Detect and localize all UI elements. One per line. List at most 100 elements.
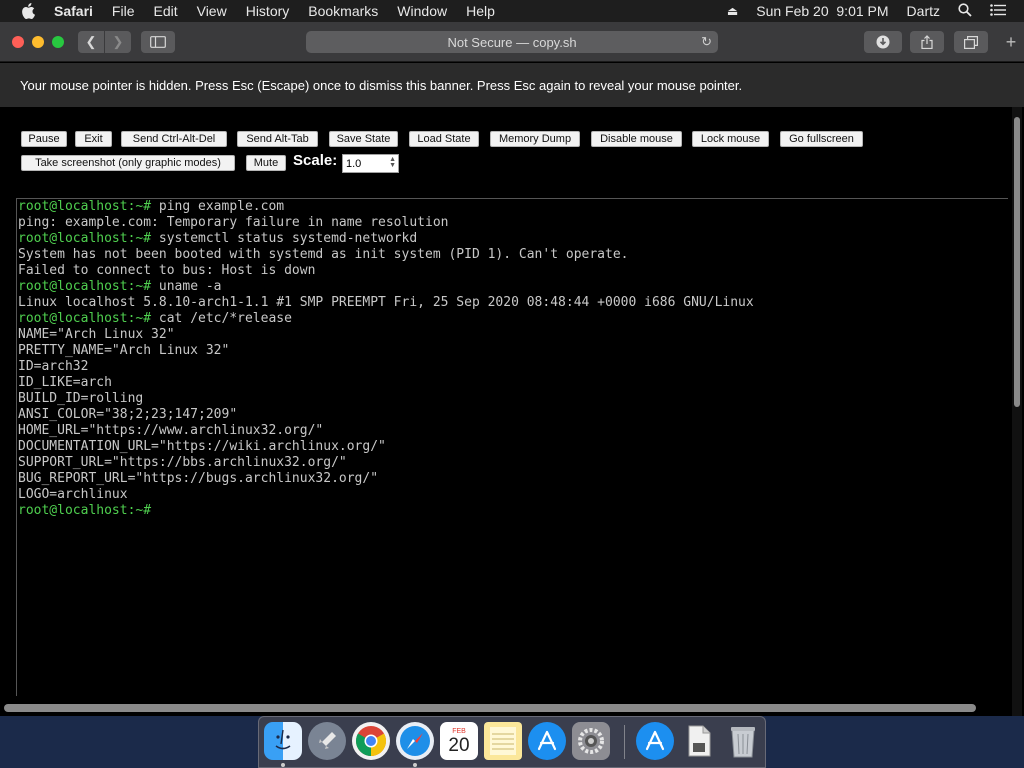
terminal-text: uname -a — [151, 279, 222, 294]
terminal-line: ID=arch32 — [17, 359, 1008, 375]
banner-text: Your mouse pointer is hidden. Press Esc … — [20, 77, 743, 93]
terminal-screen[interactable]: root@localhost:~# ping example.com ping: … — [16, 198, 1008, 696]
sidebar-toggle-button[interactable] — [141, 31, 175, 53]
address-text: Not Secure — copy.sh — [447, 34, 577, 50]
terminal-line: root@localhost:~# systemctl status syste… — [17, 231, 1008, 247]
exit-button[interactable]: Exit — [75, 131, 112, 147]
sidebar-icon — [150, 36, 166, 48]
menu-view[interactable]: View — [197, 3, 227, 19]
menu-file[interactable]: File — [112, 3, 135, 19]
window-close-button[interactable] — [12, 36, 24, 48]
send-ctrl-alt-del-button[interactable]: Send Ctrl-Alt-Del — [121, 131, 227, 147]
document-icon[interactable] — [680, 722, 718, 760]
reload-icon[interactable]: ↻ — [701, 34, 712, 50]
menu-history[interactable]: History — [246, 3, 290, 19]
terminal-line: ANSI_COLOR="38;2;23;147;209" — [17, 407, 1008, 423]
terminal-line: System has not been booted with systemd … — [17, 247, 1008, 263]
tabs-icon — [964, 35, 978, 49]
mouse-hidden-banner: Your mouse pointer is hidden. Press Esc … — [0, 63, 1024, 107]
vertical-scroll-thumb[interactable] — [1014, 117, 1020, 407]
terminal-line: root@localhost:~# ping example.com — [17, 199, 1008, 215]
send-alt-tab-button[interactable]: Send Alt-Tab — [237, 131, 318, 147]
terminal-text: systemctl status systemd-networkd — [151, 231, 418, 246]
dock-separator — [624, 725, 625, 759]
terminal-line: Failed to connect to bus: Host is down — [17, 263, 1008, 279]
download-icon — [876, 35, 890, 49]
calendar-day: 20 — [448, 734, 470, 756]
spotlight-search-icon[interactable] — [958, 2, 972, 20]
pause-button[interactable]: Pause — [21, 131, 67, 147]
terminal-line: LOGO=archlinux — [17, 487, 1008, 503]
new-tab-button[interactable]: + — [998, 31, 1024, 53]
window-zoom-button[interactable] — [52, 36, 64, 48]
terminal-line: ping: example.com: Temporary failure in … — [17, 215, 1008, 231]
terminal-line: NAME="Arch Linux 32" — [17, 327, 1008, 343]
vertical-scrollbar[interactable] — [1012, 107, 1022, 716]
chrome-icon[interactable] — [352, 722, 390, 760]
terminal-line: HOME_URL="https://www.archlinux32.org/" — [17, 423, 1008, 439]
eject-icon[interactable]: ⏏ — [727, 4, 738, 18]
system-preferences-icon[interactable] — [572, 722, 610, 760]
menu-app-name[interactable]: Safari — [54, 3, 93, 19]
terminal-text: NAME="Arch Linux 32" — [18, 327, 175, 342]
go-fullscreen-button[interactable]: Go fullscreen — [780, 131, 863, 147]
share-button[interactable] — [910, 31, 944, 53]
scale-value: 1.0 — [346, 157, 362, 170]
terminal-line: BUILD_ID=rolling — [17, 391, 1008, 407]
menu-help[interactable]: Help — [466, 3, 495, 19]
terminal-text: HOME_URL="https://www.archlinux32.org/" — [18, 423, 324, 438]
scale-label: Scale: — [293, 152, 338, 169]
safari-icon[interactable] — [396, 722, 434, 760]
trash-icon[interactable] — [724, 722, 762, 760]
load-state-button[interactable]: Load State — [409, 131, 479, 147]
terminal-prompt: root@localhost:~# — [18, 503, 152, 518]
lock-mouse-button[interactable]: Lock mouse — [692, 131, 769, 147]
show-all-tabs-button[interactable] — [954, 31, 988, 53]
terminal-text: System has not been booted with systemd … — [18, 247, 629, 262]
menu-datetime[interactable]: Sun Feb 20 9:01 PM — [756, 3, 888, 19]
take-screenshot-button[interactable]: Take screenshot (only graphic modes) — [21, 155, 235, 171]
launchpad-icon[interactable] — [308, 722, 346, 760]
mute-button[interactable]: Mute — [246, 155, 286, 171]
running-indicator — [413, 763, 417, 767]
disable-mouse-button[interactable]: Disable mouse — [591, 131, 682, 147]
dock: FEB 20 — [258, 716, 766, 768]
terminal-prompt: root@localhost:~# — [18, 311, 152, 326]
terminal-text: LOGO=archlinux — [18, 487, 128, 502]
horizontal-scrollbar[interactable] — [4, 704, 976, 712]
terminal-text: ping example.com — [151, 199, 285, 214]
terminal-text: SUPPORT_URL="https://bbs.archlinux32.org… — [18, 455, 347, 470]
terminal-line: DOCUMENTATION_URL="https://wiki.archlinu… — [17, 439, 1008, 455]
menu-window[interactable]: Window — [397, 3, 447, 19]
terminal-text: PRETTY_NAME="Arch Linux 32" — [18, 343, 230, 358]
menu-edit[interactable]: Edit — [153, 3, 177, 19]
terminal-output: root@localhost:~# ping example.com ping: … — [17, 199, 1008, 519]
downloads-button[interactable] — [864, 31, 902, 53]
forward-button[interactable]: ❯ — [105, 31, 131, 53]
terminal-prompt: root@localhost:~# — [18, 199, 152, 214]
terminal-text: BUILD_ID=rolling — [18, 391, 144, 406]
finder-icon[interactable] — [264, 722, 302, 760]
back-button[interactable]: ❮ — [78, 31, 104, 53]
terminal-text: ANSI_COLOR="38;2;23;147;209" — [18, 407, 238, 422]
address-bar[interactable]: Not Secure — copy.sh ↻ — [306, 31, 718, 53]
scale-input[interactable]: 1.0 ▲ ▼ — [342, 154, 399, 173]
app-store-downloads-icon[interactable] — [636, 722, 674, 760]
apple-icon[interactable] — [18, 0, 38, 22]
menu-bookmarks[interactable]: Bookmarks — [308, 3, 378, 19]
calendar-icon[interactable]: FEB 20 — [440, 722, 478, 760]
notification-center-icon[interactable] — [990, 3, 1006, 19]
save-state-button[interactable]: Save State — [329, 131, 398, 147]
macos-menu-bar: Safari File Edit View History Bookmarks … — [0, 0, 1024, 22]
terminal-text: ping: example.com: Temporary failure in … — [18, 215, 449, 230]
window-minimize-button[interactable] — [32, 36, 44, 48]
memory-dump-button[interactable]: Memory Dump — [490, 131, 580, 147]
app-store-icon[interactable] — [528, 722, 566, 760]
terminal-text: ID_LIKE=arch — [18, 375, 112, 390]
stepper-arrows-icon[interactable]: ▲ ▼ — [389, 156, 396, 169]
menu-user[interactable]: Dartz — [907, 3, 940, 19]
plus-icon: + — [1005, 31, 1017, 52]
terminal-line: PRETTY_NAME="Arch Linux 32" — [17, 343, 1008, 359]
terminal-line: root@localhost:~# uname -a — [17, 279, 1008, 295]
notes-icon[interactable] — [484, 722, 522, 760]
